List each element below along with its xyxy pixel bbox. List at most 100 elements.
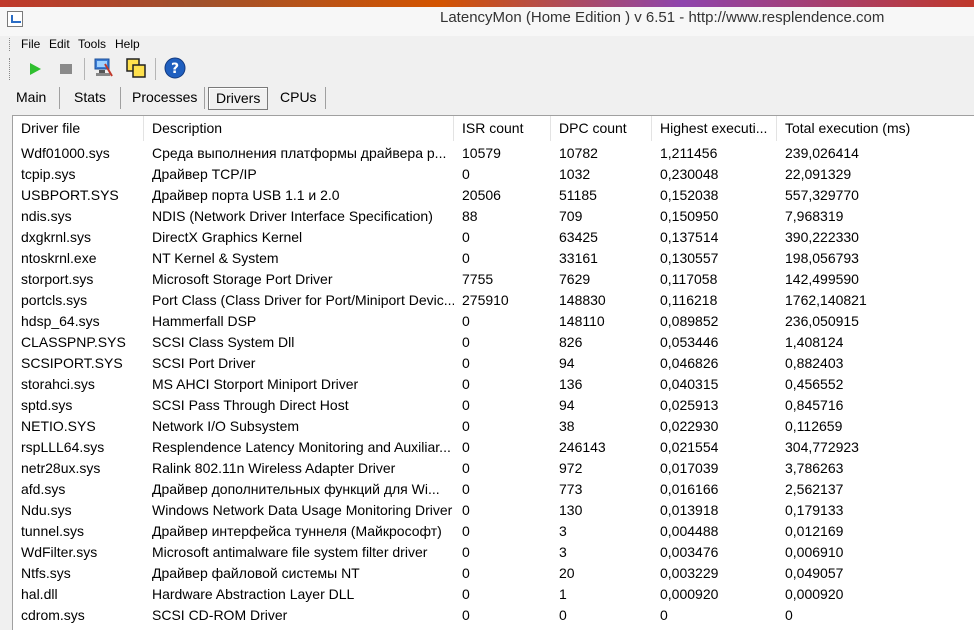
tab-processes[interactable]: Processes xyxy=(125,87,204,108)
cell-description: Драйвер порта USB 1.1 и 2.0 xyxy=(152,187,340,203)
table-row[interactable]: portcls.sys Port Class (Class Driver for … xyxy=(13,290,974,311)
cell-driver-file: hdsp_64.sys xyxy=(21,313,100,329)
cell-driver-file: storahci.sys xyxy=(21,376,95,392)
table-row[interactable]: rspLLL64.sys Resplendence Latency Monitor… xyxy=(13,437,974,458)
cell-total-execution: 2,562137 xyxy=(785,481,844,497)
settings-icon[interactable] xyxy=(91,56,115,80)
cell-total-execution: 304,772923 xyxy=(785,439,859,455)
cell-driver-file: Ndu.sys xyxy=(21,502,72,518)
column-header-driver-file[interactable]: Driver file xyxy=(13,116,144,141)
tab-main[interactable]: Main xyxy=(9,87,53,108)
cell-total-execution: 198,056793 xyxy=(785,250,859,266)
menu-tools[interactable]: Tools xyxy=(78,37,106,51)
cell-driver-file: cdrom.sys xyxy=(21,607,85,623)
cell-isr-count: 88 xyxy=(462,208,478,224)
table-row[interactable]: hdsp_64.sys Hammerfall DSP 0 148110 0,089852… xyxy=(13,311,974,332)
cell-driver-file: WdFilter.sys xyxy=(21,544,98,560)
stop-icon[interactable] xyxy=(54,56,78,80)
table-row[interactable]: tunnel.sys Драйвер интерфейса туннеля (Ма… xyxy=(13,521,974,542)
table-row[interactable]: ntoskrnl.exe NT Kernel & System 0 33161 0,13… xyxy=(13,248,974,269)
cell-total-execution: 0,845716 xyxy=(785,397,844,413)
drivers-table[interactable]: Driver file Description ISR count DPC co… xyxy=(12,115,974,630)
tab-drivers[interactable]: Drivers xyxy=(208,87,269,110)
cell-driver-file: ndis.sys xyxy=(21,208,72,224)
table-row[interactable]: USBPORT.SYS Драйвер порта USB 1.1 и 2.0 20… xyxy=(13,185,974,206)
cell-highest-execution: 0,013918 xyxy=(660,502,719,518)
cell-driver-file: portcls.sys xyxy=(21,292,88,308)
cell-isr-count: 0 xyxy=(462,229,470,245)
cell-highest-execution: 0,003476 xyxy=(660,544,719,560)
table-row[interactable]: Wdf01000.sys Среда выполнения платформы д… xyxy=(13,143,974,164)
cell-dpc-count: 33161 xyxy=(559,250,598,266)
cell-total-execution: 0,000920 xyxy=(785,586,844,602)
cell-dpc-count: 38 xyxy=(559,418,575,434)
toolbar-separator xyxy=(155,58,156,80)
cell-driver-file: netr28ux.sys xyxy=(21,460,101,476)
tab-separator xyxy=(120,87,121,109)
table-row[interactable]: netr28ux.sys Ralink 802.11n Wireless Adap… xyxy=(13,458,974,479)
tab-bar: Main Stats Processes Drivers CPUs xyxy=(0,84,974,112)
cell-description: Среда выполнения платформы драйвера р... xyxy=(152,145,447,161)
table-row[interactable]: sptd.sys SCSI Pass Through Direct Host 0 94… xyxy=(13,395,974,416)
cell-description: Network I/O Subsystem xyxy=(152,418,300,434)
start-icon[interactable] xyxy=(23,56,47,80)
table-row[interactable]: hal.dll Hardware Abstraction Layer DLL 0 1 0… xyxy=(13,584,974,605)
cell-description: Ralink 802.11n Wireless Adapter Driver xyxy=(152,460,396,476)
column-header-description[interactable]: Description xyxy=(144,116,454,141)
cell-total-execution: 7,968319 xyxy=(785,208,844,224)
menu-bar: File Edit Tools Help xyxy=(0,36,974,53)
table-row[interactable]: WdFilter.sys Microsoft antimalware file s… xyxy=(13,542,974,563)
tab-separator xyxy=(59,87,60,109)
cell-dpc-count: 20 xyxy=(559,565,575,581)
cell-dpc-count: 94 xyxy=(559,355,575,371)
table-row[interactable]: Ndu.sys Windows Network Data Usage Monito… xyxy=(13,500,974,521)
table-row[interactable]: SCSIPORT.SYS SCSI Port Driver 0 94 0,046826 0… xyxy=(13,353,974,374)
column-header-total-execution[interactable]: Total execution (ms) xyxy=(777,116,974,141)
table-row[interactable]: tcpip.sys Драйвер TCP/IP 0 1032 0,230048 22,0… xyxy=(13,164,974,185)
cell-driver-file: storport.sys xyxy=(21,271,94,287)
table-row[interactable]: CLASSPNP.SYS SCSI Class System Dll 0 826 0,0… xyxy=(13,332,974,353)
cell-description: SCSI CD-ROM Driver xyxy=(152,607,288,623)
column-header-dpc-count[interactable]: DPC count xyxy=(551,116,652,141)
column-header-isr-count[interactable]: ISR count xyxy=(454,116,551,141)
tab-cpus[interactable]: CPUs xyxy=(273,87,324,108)
cell-isr-count: 0 xyxy=(462,334,470,350)
help-icon[interactable]: ? xyxy=(163,56,187,80)
cell-highest-execution: 0,003229 xyxy=(660,565,719,581)
table-row[interactable]: afd.sys Драйвер дополнительных функций дл… xyxy=(13,479,974,500)
cell-description: NT Kernel & System xyxy=(152,250,279,266)
cell-highest-execution: 0,089852 xyxy=(660,313,719,329)
cell-isr-count: 0 xyxy=(462,166,470,182)
cell-highest-execution: 0,025913 xyxy=(660,397,719,413)
column-header-highest-execution[interactable]: Highest executi... xyxy=(652,116,777,141)
cell-driver-file: NETIO.SYS xyxy=(21,418,96,434)
tab-separator xyxy=(325,87,326,109)
cell-dpc-count: 0 xyxy=(559,607,567,623)
cell-highest-execution: 0,004488 xyxy=(660,523,719,539)
menu-grip xyxy=(9,38,13,51)
table-row[interactable]: storport.sys Microsoft Storage Port Drive… xyxy=(13,269,974,290)
table-row[interactable]: cdrom.sys SCSI CD-ROM Driver 0 0 0 0 xyxy=(13,605,974,626)
cell-total-execution: 0,882403 xyxy=(785,355,844,371)
table-row[interactable]: Ntfs.sys Драйвер файловой системы NT 0 20 0,… xyxy=(13,563,974,584)
cell-isr-count: 0 xyxy=(462,481,470,497)
cell-driver-file: rspLLL64.sys xyxy=(21,439,105,455)
table-row[interactable]: storahci.sys MS AHCI Storport Miniport Dr… xyxy=(13,374,974,395)
table-row[interactable]: NETIO.SYS Network I/O Subsystem 0 38 0,02293… xyxy=(13,416,974,437)
cell-total-execution: 0,049057 xyxy=(785,565,844,581)
title-bar: LatencyMon (Home Edition ) v 6.51 - http… xyxy=(0,0,974,37)
menu-edit[interactable]: Edit xyxy=(49,37,70,51)
menu-help[interactable]: Help xyxy=(115,37,140,51)
copy-icon[interactable] xyxy=(124,56,148,80)
cell-dpc-count: 826 xyxy=(559,334,583,350)
tab-stats[interactable]: Stats xyxy=(67,87,113,108)
table-row[interactable]: ndis.sys NDIS (Network Driver Interface S… xyxy=(13,206,974,227)
menu-file[interactable]: File xyxy=(21,37,40,51)
table-row[interactable]: dxgkrnl.sys DirectX Graphics Kernel 0 63425… xyxy=(13,227,974,248)
cell-isr-count: 20506 xyxy=(462,187,501,203)
cell-dpc-count: 3 xyxy=(559,523,567,539)
toolbar-separator xyxy=(84,58,85,80)
cell-isr-count: 0 xyxy=(462,439,470,455)
cell-description: SCSI Class System Dll xyxy=(152,334,295,350)
cell-driver-file: tunnel.sys xyxy=(21,523,85,539)
